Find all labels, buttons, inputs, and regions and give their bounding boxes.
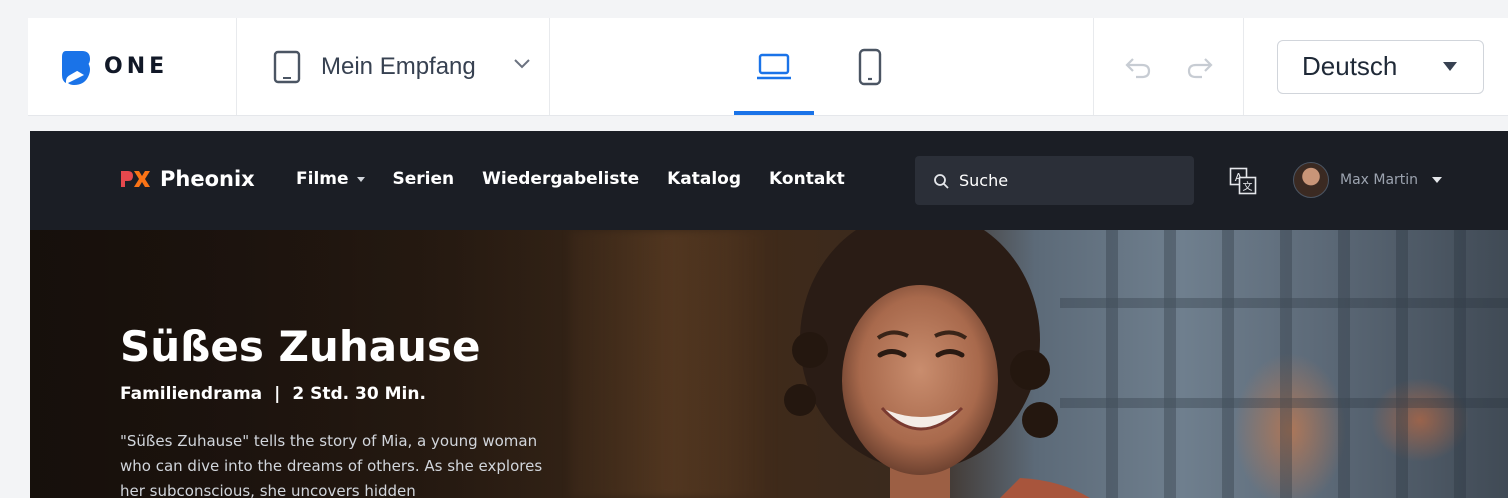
hero-description: "Süßes Zuhause" tells the story of Mia, …	[120, 432, 543, 498]
hero-duration: 2 Std. 30 Min.	[292, 384, 426, 404]
phone-icon	[858, 48, 881, 85]
search-icon	[934, 173, 949, 189]
nav-link-filme[interactable]: Filme	[296, 169, 365, 189]
hero-title: Süßes Zuhause	[120, 322, 481, 371]
nav-link-serien[interactable]: Serien	[393, 169, 455, 189]
redo-icon[interactable]	[1186, 55, 1214, 79]
translate-icon[interactable]: A 文	[1229, 167, 1257, 195]
history-controls	[1094, 18, 1244, 115]
nav-link-label: Filme	[296, 169, 349, 189]
language-value: Deutsch	[1302, 51, 1398, 81]
logo-text: ONE	[104, 54, 169, 79]
desktop-view-button[interactable]	[733, 18, 814, 115]
site-preview: Pheonix Filme Serien Wiedergabeliste Kat…	[30, 131, 1508, 498]
caret-down-icon	[1432, 177, 1443, 183]
brand-name: Pheonix	[160, 167, 255, 191]
site-brand[interactable]: Pheonix	[120, 167, 255, 191]
hero-meta: Familiendrama | 2 Std. 30 Min.	[120, 384, 426, 404]
caret-down-icon	[356, 176, 365, 182]
px-logo-icon	[121, 171, 150, 187]
channel-label: Mein Empfang	[321, 52, 476, 80]
nav-link-kontakt[interactable]: Kontakt	[769, 169, 845, 189]
user-menu[interactable]: Max Martin	[1293, 162, 1443, 198]
caret-down-icon	[1443, 62, 1457, 71]
language-select[interactable]: Deutsch	[1277, 39, 1484, 94]
editor-toolbar: ONE Mein Empfang Deutsch	[28, 18, 1508, 116]
site-navbar: Pheonix Filme Serien Wiedergabeliste Kat…	[30, 131, 1508, 230]
mobile-view-button[interactable]	[830, 18, 910, 115]
avatar	[1293, 162, 1329, 198]
chevron-down-icon	[514, 59, 530, 69]
device-switcher	[550, 18, 1094, 115]
svg-text:文: 文	[1243, 180, 1253, 193]
hero-separator: |	[274, 384, 281, 404]
hero-banner: Süßes Zuhause Familiendrama | 2 Std. 30 Mi…	[30, 230, 1508, 498]
tablet-icon	[273, 50, 301, 83]
channel-selector[interactable]: Mein Empfang	[237, 18, 550, 115]
hero-background-window	[1060, 230, 1508, 498]
one-logo-icon	[62, 50, 90, 85]
hero-image	[784, 230, 1090, 498]
user-name: Max Martin	[1340, 172, 1419, 188]
language-section: Deutsch	[1244, 18, 1508, 115]
site-nav-links: Filme Serien Wiedergabeliste Katalog Kon…	[296, 169, 873, 189]
search-placeholder: Suche	[959, 171, 1009, 190]
search-input[interactable]: Suche	[915, 156, 1194, 205]
undo-icon[interactable]	[1124, 55, 1152, 79]
hero-genre: Familiendrama	[120, 384, 263, 404]
nav-link-katalog[interactable]: Katalog	[667, 169, 741, 189]
laptop-icon	[756, 53, 791, 79]
toolbar-logo-section: ONE	[28, 18, 237, 115]
nav-link-wiedergabeliste[interactable]: Wiedergabeliste	[482, 169, 639, 189]
